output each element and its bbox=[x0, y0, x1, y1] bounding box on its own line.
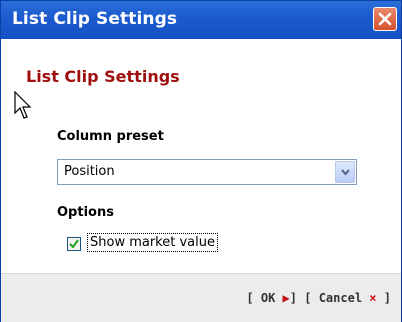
footer-buttons: [ OK ▶] [ Cancel × ] bbox=[246, 291, 391, 305]
column-preset-select[interactable]: Position bbox=[57, 159, 357, 185]
cancel-label: Cancel bbox=[318, 291, 363, 305]
show-market-value-checkbox[interactable] bbox=[67, 237, 81, 251]
cancel-button[interactable]: [ Cancel × ] bbox=[304, 291, 391, 305]
close-icon: × bbox=[369, 291, 377, 305]
column-preset-value: Position bbox=[64, 164, 115, 179]
dialog-footer: [ OK ▶] [ Cancel × ] bbox=[1, 273, 401, 322]
chevron-down-icon bbox=[341, 169, 350, 176]
options-label: Options bbox=[57, 205, 114, 220]
close-button[interactable] bbox=[373, 7, 397, 31]
close-icon bbox=[378, 12, 392, 26]
play-icon: ▶ bbox=[282, 291, 290, 305]
checkmark-icon bbox=[69, 239, 79, 249]
window-title: List Clip Settings bbox=[12, 9, 178, 29]
list-clip-settings-dialog: List Clip Settings List Clip Settings Co… bbox=[0, 0, 402, 322]
column-preset-label: Column preset bbox=[57, 129, 164, 144]
dialog-heading: List Clip Settings bbox=[26, 67, 180, 86]
show-market-value-label[interactable]: Show market value bbox=[87, 233, 218, 252]
ok-button[interactable]: [ OK ▶] bbox=[246, 291, 297, 305]
ok-label: OK bbox=[260, 291, 276, 305]
dropdown-button[interactable] bbox=[335, 161, 355, 183]
title-bar[interactable]: List Clip Settings bbox=[1, 1, 401, 39]
mouse-pointer-icon bbox=[14, 91, 32, 119]
